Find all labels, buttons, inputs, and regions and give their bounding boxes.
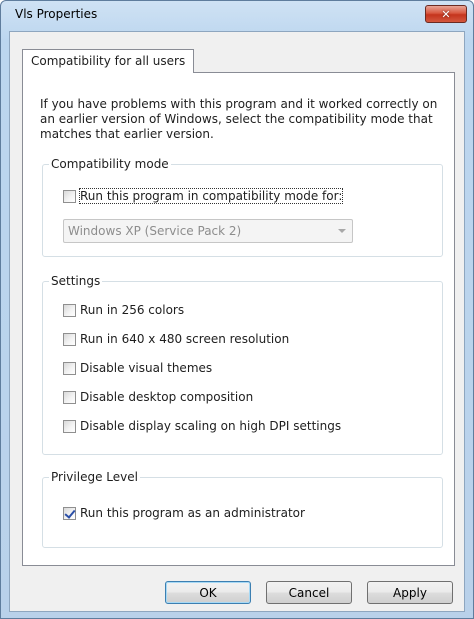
ok-button[interactable]: OK	[165, 581, 251, 604]
option-disable-desktop-composition-label[interactable]: Disable desktop composition	[80, 390, 253, 404]
option-256-colors-checkbox[interactable]	[63, 303, 76, 317]
properties-window: Vls Properties ✕ Compatibility for all u…	[0, 0, 474, 619]
os-version-selected: Windows XP (Service Pack 2)	[68, 224, 242, 238]
chevron-down-icon	[338, 229, 346, 233]
option-256-colors[interactable]: Run in 256 colors	[63, 301, 184, 319]
option-disable-visual-themes[interactable]: Disable visual themes	[63, 359, 212, 377]
option-disable-desktop-composition-checkbox[interactable]	[63, 390, 76, 404]
dialog-body: Compatibility for all users If you have …	[9, 31, 465, 612]
os-version-dropdown[interactable]: Windows XP (Service Pack 2)	[63, 219, 353, 243]
privilege-level-label: Privilege Level	[49, 469, 140, 485]
window-title: Vls Properties	[15, 7, 98, 21]
option-640x480-checkbox[interactable]	[63, 332, 76, 346]
close-icon: ✕	[441, 7, 451, 21]
close-button[interactable]: ✕	[425, 5, 467, 23]
option-256-colors-label[interactable]: Run in 256 colors	[80, 303, 184, 317]
run-as-admin-row[interactable]: Run this program as an administrator	[63, 504, 305, 522]
compatibility-mode-checkbox[interactable]	[63, 189, 76, 203]
option-640x480-label[interactable]: Run in 640 x 480 screen resolution	[80, 332, 289, 346]
compatibility-mode-group: Compatibility mode Run this program in c…	[42, 156, 443, 257]
privilege-level-group: Privilege Level Run this program as an a…	[42, 469, 443, 548]
settings-group: Settings Run in 256 colors Run in 640 x …	[42, 273, 443, 455]
option-disable-visual-themes-checkbox[interactable]	[63, 361, 76, 375]
run-as-admin-label[interactable]: Run this program as an administrator	[80, 506, 305, 520]
option-disable-dpi-scaling-label[interactable]: Disable display scaling on high DPI sett…	[80, 419, 341, 433]
compatibility-mode-checkbox-label[interactable]: Run this program in compatibility mode f…	[78, 188, 344, 204]
tab-panel: If you have problems with this program a…	[22, 72, 455, 566]
compatibility-mode-label: Compatibility mode	[49, 156, 171, 172]
compatibility-mode-row[interactable]: Run this program in compatibility mode f…	[63, 187, 344, 205]
option-disable-desktop-composition[interactable]: Disable desktop composition	[63, 388, 253, 406]
tab-compatibility-all-users[interactable]: Compatibility for all users	[22, 49, 195, 73]
option-disable-dpi-scaling[interactable]: Disable display scaling on high DPI sett…	[63, 417, 341, 435]
intro-text: If you have problems with this program a…	[40, 97, 438, 141]
settings-label: Settings	[49, 273, 103, 289]
option-disable-dpi-scaling-checkbox[interactable]	[63, 419, 76, 433]
option-640x480[interactable]: Run in 640 x 480 screen resolution	[63, 330, 289, 348]
run-as-admin-checkbox[interactable]	[63, 506, 76, 520]
option-disable-visual-themes-label[interactable]: Disable visual themes	[80, 361, 212, 375]
apply-button[interactable]: Apply	[367, 581, 453, 604]
cancel-button[interactable]: Cancel	[266, 581, 352, 604]
